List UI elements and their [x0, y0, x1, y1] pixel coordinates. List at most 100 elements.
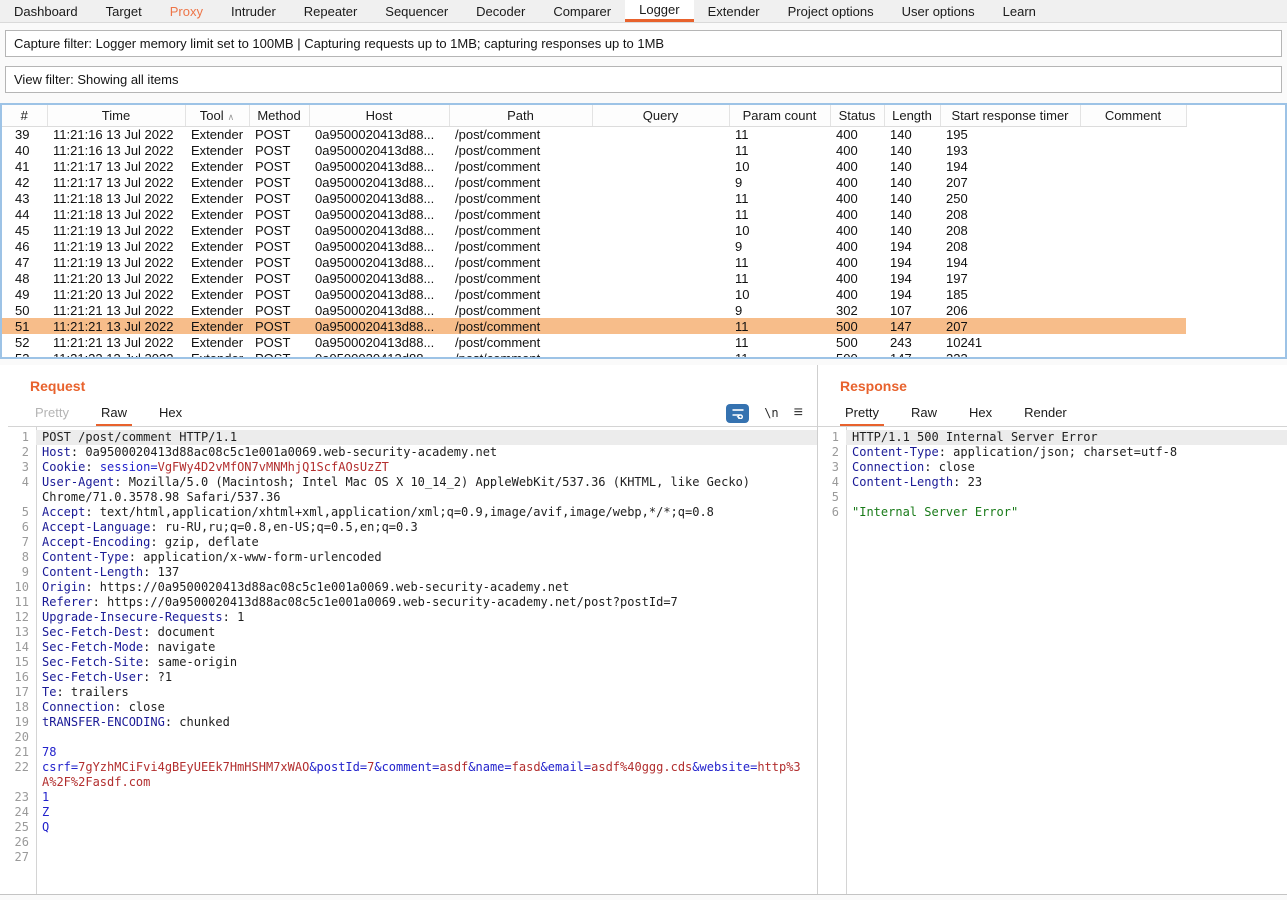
response-tab-raw[interactable]: Raw	[906, 400, 942, 426]
code-text	[36, 835, 817, 850]
header-cell-method[interactable]: Method	[249, 105, 309, 126]
request-editor[interactable]: 1POST /post/comment HTTP/1.12Host: 0a950…	[8, 427, 817, 894]
code-text: Content-Length: 23	[846, 475, 1287, 490]
logger-table-body: 3911:21:16 13 Jul 2022ExtenderPOST0a9500…	[2, 126, 1186, 359]
request-tab-raw[interactable]: Raw	[96, 400, 132, 426]
cell-num: 40	[2, 142, 47, 158]
code-line: 17Te: trailers	[8, 685, 817, 700]
code-text	[846, 490, 1287, 505]
table-row[interactable]: 4011:21:16 13 Jul 2022ExtenderPOST0a9500…	[2, 142, 1186, 158]
cell-timer: 208	[940, 238, 1080, 254]
response-tab-hex[interactable]: Hex	[964, 400, 997, 426]
wrap-toggle-button[interactable]	[726, 404, 749, 423]
menu-item-user-options[interactable]: User options	[888, 0, 989, 22]
header-cell-comment[interactable]: Comment	[1080, 105, 1186, 126]
header-cell-[interactable]: #	[2, 105, 47, 126]
cell-status: 400	[830, 158, 884, 174]
view-filter-bar[interactable]: View filter: Showing all items	[5, 66, 1282, 93]
code-text: Z	[36, 805, 817, 820]
code-line: 20	[8, 730, 817, 745]
header-cell-tool[interactable]: Tool∧	[185, 105, 249, 126]
table-row[interactable]: 4811:21:20 13 Jul 2022ExtenderPOST0a9500…	[2, 270, 1186, 286]
request-tab-pretty[interactable]: Pretty	[30, 400, 74, 426]
table-row[interactable]: 4611:21:19 13 Jul 2022ExtenderPOST0a9500…	[2, 238, 1186, 254]
table-row[interactable]: 4911:21:20 13 Jul 2022ExtenderPOST0a9500…	[2, 286, 1186, 302]
header-cell-query[interactable]: Query	[592, 105, 729, 126]
header-cell-path[interactable]: Path	[449, 105, 592, 126]
cell-comment	[1080, 286, 1186, 302]
cell-param_count: 11	[729, 126, 830, 142]
cell-param_count: 11	[729, 270, 830, 286]
cell-method: POST	[249, 254, 309, 270]
header-cell-start-response-timer[interactable]: Start response timer	[940, 105, 1080, 126]
response-tab-pretty[interactable]: Pretty	[840, 400, 884, 426]
cell-status: 400	[830, 286, 884, 302]
cell-query	[592, 174, 729, 190]
table-row[interactable]: 4711:21:19 13 Jul 2022ExtenderPOST0a9500…	[2, 254, 1186, 270]
cell-query	[592, 350, 729, 359]
header-cell-param-count[interactable]: Param count	[729, 105, 830, 126]
cell-timer: 10241	[940, 334, 1080, 350]
cell-length: 140	[884, 206, 940, 222]
cell-query	[592, 334, 729, 350]
logger-table: #TimeTool∧MethodHostPathQueryParam count…	[2, 105, 1187, 359]
code-text: Cookie: session=VgFWy4D2vMfON7vMNMhjQ1Sc…	[36, 460, 817, 475]
code-line: 2178	[8, 745, 817, 760]
menu-item-target[interactable]: Target	[92, 0, 156, 22]
cell-host: 0a9500020413d88...	[309, 302, 449, 318]
menu-item-logger[interactable]: Logger	[625, 0, 693, 22]
cell-status: 400	[830, 206, 884, 222]
cell-status: 302	[830, 302, 884, 318]
menu-item-proxy[interactable]: Proxy	[156, 0, 217, 22]
cell-time: 11:21:19 13 Jul 2022	[47, 238, 185, 254]
cell-num: 47	[2, 254, 47, 270]
table-row[interactable]: 4311:21:18 13 Jul 2022ExtenderPOST0a9500…	[2, 190, 1186, 206]
header-cell-time[interactable]: Time	[47, 105, 185, 126]
cell-status: 400	[830, 222, 884, 238]
menu-item-repeater[interactable]: Repeater	[290, 0, 371, 22]
menu-item-sequencer[interactable]: Sequencer	[371, 0, 462, 22]
menu-item-project-options[interactable]: Project options	[774, 0, 888, 22]
cell-status: 400	[830, 254, 884, 270]
cell-tool: Extender	[185, 174, 249, 190]
table-row[interactable]: 4511:21:19 13 Jul 2022ExtenderPOST0a9500…	[2, 222, 1186, 238]
menu-item-learn[interactable]: Learn	[989, 0, 1050, 22]
header-cell-status[interactable]: Status	[830, 105, 884, 126]
cell-query	[592, 254, 729, 270]
table-row[interactable]: 4411:21:18 13 Jul 2022ExtenderPOST0a9500…	[2, 206, 1186, 222]
response-tab-render[interactable]: Render	[1019, 400, 1072, 426]
cell-tool: Extender	[185, 222, 249, 238]
table-row[interactable]: 3911:21:16 13 Jul 2022ExtenderPOST0a9500…	[2, 126, 1186, 142]
cell-host: 0a9500020413d88...	[309, 254, 449, 270]
capture-filter-bar[interactable]: Capture filter: Logger memory limit set …	[5, 30, 1282, 57]
code-line: 6"Internal Server Error"	[818, 505, 1287, 520]
code-text: Referer: https://0a9500020413d88ac08c5c1…	[36, 595, 817, 610]
code-text: Sec-Fetch-Dest: document	[36, 625, 817, 640]
response-editor[interactable]: 1HTTP/1.1 500 Internal Server Error2Cont…	[818, 427, 1287, 894]
menu-item-decoder[interactable]: Decoder	[462, 0, 539, 22]
table-row[interactable]: 4111:21:17 13 Jul 2022ExtenderPOST0a9500…	[2, 158, 1186, 174]
code-line: 3Cookie: session=VgFWy4D2vMfON7vMNMhjQ1S…	[8, 460, 817, 475]
table-row[interactable]: 5211:21:21 13 Jul 2022ExtenderPOST0a9500…	[2, 334, 1186, 350]
menu-icon[interactable]: ≡	[794, 405, 803, 421]
header-cell-length[interactable]: Length	[884, 105, 940, 126]
cell-num: 39	[2, 126, 47, 142]
header-cell-host[interactable]: Host	[309, 105, 449, 126]
request-tab-hex[interactable]: Hex	[154, 400, 187, 426]
table-row-selected[interactable]: 5111:21:21 13 Jul 2022ExtenderPOST0a9500…	[2, 318, 1186, 334]
table-row[interactable]: 5011:21:21 13 Jul 2022ExtenderPOST0a9500…	[2, 302, 1186, 318]
table-row[interactable]: 5311:21:22 13 Jul 2022ExtenderPOST0a9500…	[2, 350, 1186, 359]
menu-item-dashboard[interactable]: Dashboard	[0, 0, 92, 22]
menu-item-intruder[interactable]: Intruder	[217, 0, 290, 22]
line-number: 7	[8, 535, 36, 550]
newline-icon[interactable]: \n	[764, 406, 778, 420]
cell-num: 51	[2, 318, 47, 334]
cell-timer: 195	[940, 126, 1080, 142]
cell-length: 140	[884, 142, 940, 158]
menu-item-extender[interactable]: Extender	[694, 0, 774, 22]
line-number: 1	[818, 430, 846, 445]
menu-item-comparer[interactable]: Comparer	[539, 0, 625, 22]
line-number: 4	[8, 475, 36, 505]
cell-time: 11:21:16 13 Jul 2022	[47, 126, 185, 142]
table-row[interactable]: 4211:21:17 13 Jul 2022ExtenderPOST0a9500…	[2, 174, 1186, 190]
